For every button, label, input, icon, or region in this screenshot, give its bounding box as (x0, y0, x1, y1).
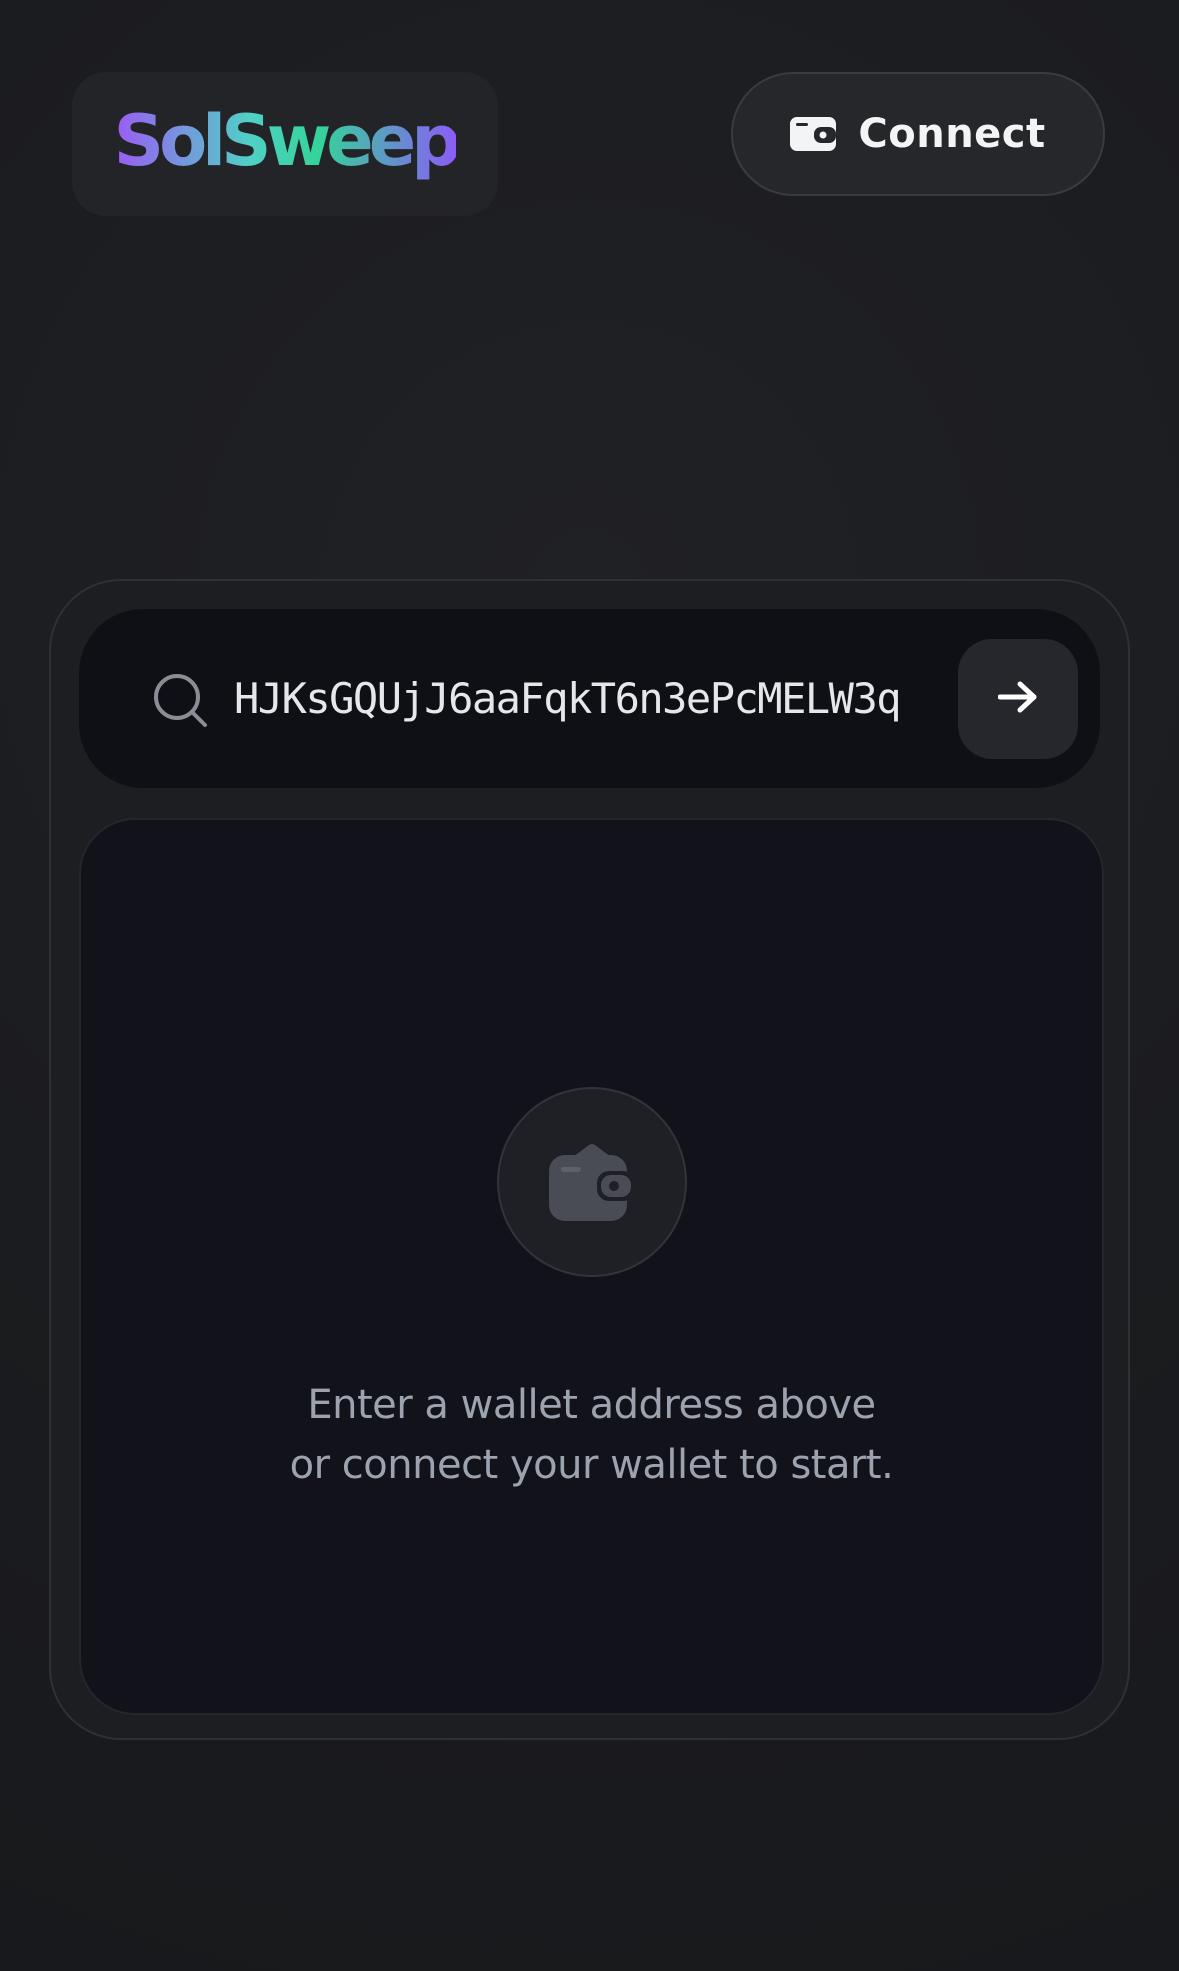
logo[interactable]: SolSweep (72, 72, 498, 216)
connect-label: Connect (858, 111, 1046, 157)
search-submit-button[interactable] (958, 639, 1078, 759)
search-icon (151, 671, 211, 731)
arrow-right-icon (997, 680, 1038, 719)
wallet-lookup-card: HJKsGQUjJ6aaFqkT6n3ePcMELW3q Enter a wal… (49, 579, 1130, 1740)
empty-state-line-1: Enter a wallet address above (307, 1382, 876, 1428)
wallet-icon (790, 117, 837, 151)
logo-text: SolSweep (113, 100, 462, 182)
search-bar: HJKsGQUjJ6aaFqkT6n3ePcMELW3q (79, 609, 1100, 788)
empty-state-line-2: or connect your wallet to start. (289, 1442, 894, 1488)
empty-state-panel: Enter a wallet address above or connect … (79, 818, 1104, 1715)
wallet-icon (549, 1139, 635, 1226)
connect-wallet-button[interactable]: Connect (731, 72, 1105, 196)
empty-state-message: Enter a wallet address above or connect … (81, 1375, 1102, 1495)
empty-state-icon-container (497, 1087, 687, 1277)
wallet-address-input[interactable]: HJKsGQUjJ6aaFqkT6n3ePcMELW3q (234, 669, 934, 729)
